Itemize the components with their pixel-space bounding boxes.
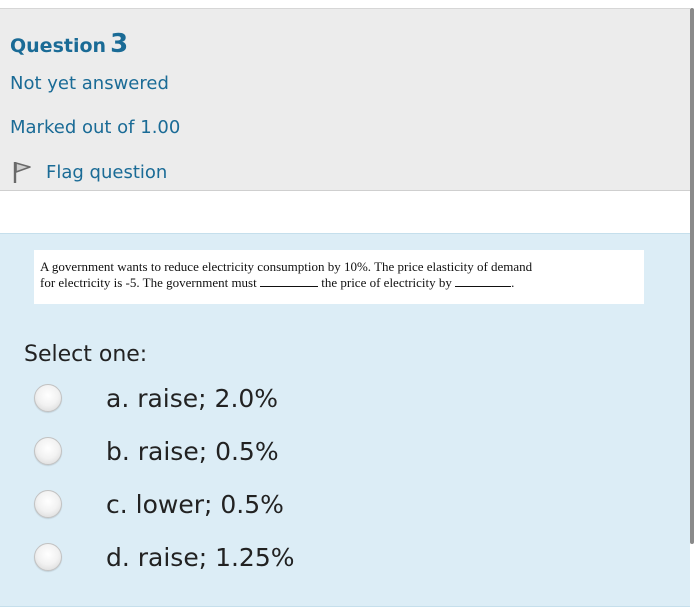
- question-label: Question: [10, 35, 107, 57]
- question-text-line-1: A government wants to reduce electricity…: [40, 259, 533, 274]
- flag-icon: [10, 159, 36, 185]
- flag-question-label: Flag question: [46, 161, 168, 183]
- answer-option-label-a: a. raise; 2.0%: [106, 383, 279, 413]
- answer-option-label-b: b. raise; 0.5%: [106, 436, 279, 466]
- question-formulation: A government wants to reduce electricity…: [0, 233, 690, 607]
- blank-1: [259, 276, 318, 287]
- question-text-line-2a: for electricity is -5. The government mu…: [40, 275, 257, 290]
- answer-option-b[interactable]: b. raise; 0.5%: [34, 431, 279, 471]
- question-text-box: A government wants to reduce electricity…: [34, 250, 644, 304]
- question-grade: Marked out of 1.00: [10, 117, 181, 138]
- radio-button-d[interactable]: [34, 543, 62, 571]
- blank-2: [455, 276, 512, 287]
- flag-question-link[interactable]: Flag question: [10, 159, 167, 185]
- answer-option-label-d: d. raise; 1.25%: [106, 542, 295, 572]
- question-text-line-2b: the price of electricity by: [321, 275, 452, 290]
- radio-button-a[interactable]: [34, 384, 62, 412]
- question-state: Not yet answered: [10, 73, 169, 94]
- question-heading: Question 3: [10, 31, 128, 59]
- answer-option-d[interactable]: d. raise; 1.25%: [34, 537, 295, 577]
- select-one-label: Select one:: [24, 342, 148, 367]
- radio-button-b[interactable]: [34, 437, 62, 465]
- vertical-scrollbar[interactable]: [690, 8, 694, 544]
- radio-button-c[interactable]: [34, 490, 62, 518]
- question-info-panel: Question 3 Not yet answered Marked out of…: [0, 8, 690, 191]
- question-number: 3: [110, 29, 129, 59]
- answer-option-c[interactable]: c. lower; 0.5%: [34, 484, 284, 524]
- answer-option-a[interactable]: a. raise; 2.0%: [34, 378, 278, 418]
- answer-option-label-c: c. lower; 0.5%: [106, 489, 284, 519]
- question-text: A government wants to reduce electricity…: [40, 259, 640, 291]
- question-text-line-2c: .: [511, 275, 515, 290]
